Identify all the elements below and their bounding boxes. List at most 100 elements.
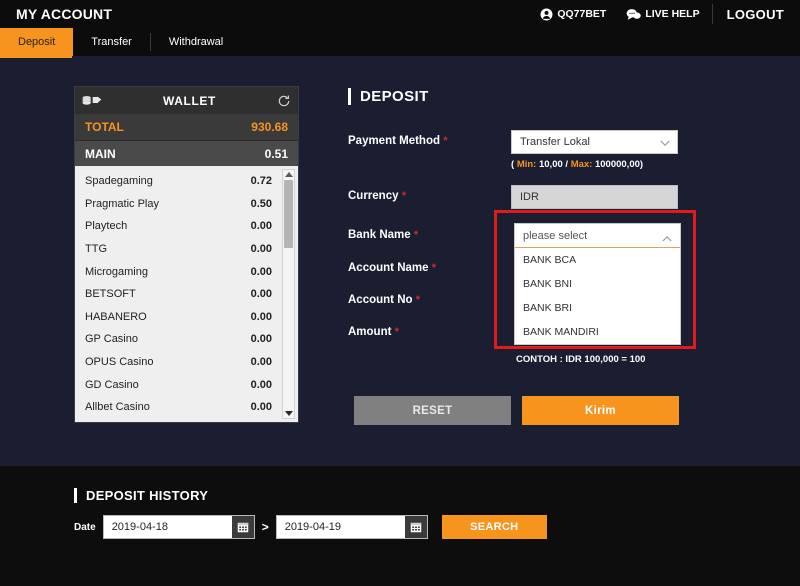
bank-option[interactable]: BANK BNI	[515, 272, 680, 296]
wallet-item-name: Playtech	[85, 220, 128, 233]
account-no-label: Account No *	[348, 289, 511, 306]
calendar-icon[interactable]	[404, 516, 427, 538]
date-range-separator: >	[261, 520, 269, 534]
wallet-item-value: 0.00	[250, 243, 272, 256]
wallet-list-item: Pragmatic Play 0.50	[75, 193, 298, 216]
payment-method-value: Transfer Lokal	[520, 136, 590, 148]
wallet-list-item: HABANERO 0.00	[75, 306, 298, 329]
account-tab-bar: Deposit Transfer Withdrawal	[0, 28, 800, 58]
bank-dropdown-highlight: please select BANK BCA BANK BNI BANK BRI BA…	[494, 210, 696, 349]
history-section-title: DEPOSIT HISTORY	[0, 466, 800, 503]
deposit-note: CONTOH : IDR 100,000 = 100	[516, 354, 646, 365]
date-to-input[interactable]: 2019-04-19	[275, 515, 428, 539]
wallet-item-value: 0.00	[250, 333, 272, 346]
search-button[interactable]: SEARCH	[441, 515, 547, 539]
wallet-list-item: GD Casino 0.00	[75, 373, 298, 396]
date-from-value: 2019-04-18	[111, 521, 168, 533]
amount-label: Amount *	[348, 321, 511, 338]
tab-deposit[interactable]: Deposit	[0, 28, 74, 56]
wallet-main-label: MAIN	[85, 146, 116, 161]
min-label: Min:	[516, 159, 537, 170]
wallet-item-name: GP Casino	[85, 333, 138, 346]
currency-row: Currency * IDR	[348, 185, 748, 209]
reset-button[interactable]: RESET	[354, 396, 511, 425]
payment-limit-hint: ( Min: 10,00 / Max: 100000,00)	[511, 159, 644, 170]
wallet-scrollbar[interactable]	[282, 169, 295, 419]
wallet-item-value: 0.00	[250, 265, 272, 278]
payment-method-field: Transfer Lokal ( Min: 10,00 / Max: 10000…	[511, 130, 678, 170]
wallet-list-item: OPUS Casino 0.00	[75, 351, 298, 374]
tab-withdrawal[interactable]: Withdrawal	[151, 28, 241, 56]
wallet-header: WALLET	[75, 87, 298, 114]
required-asterisk: *	[394, 326, 399, 338]
wallet-item-name: TTG	[85, 243, 107, 256]
wallet-list-item: GP Casino 0.00	[75, 328, 298, 351]
wallet-item-name: Allbet Casino	[85, 401, 150, 414]
payment-method-label-text: Payment Method	[348, 135, 441, 147]
currency-value: IDR	[520, 191, 539, 203]
currency-label: Currency *	[348, 185, 511, 202]
required-asterisk: *	[415, 294, 421, 306]
history-filter-bar: Date 2019-04-18 > 2019-04-19 SEARCH	[0, 503, 800, 539]
wallet-list-item: TTG 0.00	[75, 238, 298, 261]
form-actions: RESET Kirim	[354, 396, 679, 425]
wallet-item-value: 0.50	[250, 197, 272, 210]
wallet-panel: WALLET TOTAL 930.68 MAIN 0.51 Spadegamin…	[74, 86, 299, 423]
payment-method-label: Payment Method *	[348, 130, 511, 147]
logout-button[interactable]: LOGOUT	[715, 7, 786, 22]
date-from-input[interactable]: 2019-04-18	[102, 515, 255, 539]
wallet-item-value: 0.72	[250, 175, 272, 188]
live-help-label: LIVE HELP	[645, 8, 700, 20]
bank-name-label-text: Bank Name	[348, 229, 411, 241]
refresh-icon[interactable]	[277, 94, 291, 108]
scrollbar-thumb[interactable]	[284, 180, 293, 248]
chat-bubble-icon	[626, 8, 642, 21]
payment-method-select[interactable]: Transfer Lokal	[511, 130, 678, 154]
header-divider	[711, 4, 713, 24]
bank-name-dropdown[interactable]: please select BANK BCA BANK BNI BANK BRI BA…	[514, 223, 681, 345]
required-asterisk: *	[413, 229, 419, 241]
wallet-item-value: 0.00	[250, 401, 272, 414]
wallet-item-name: Spadegaming	[85, 175, 153, 188]
wallet-item-name: GD Casino	[85, 378, 139, 391]
history-title-label: DEPOSIT HISTORY	[86, 488, 209, 503]
bank-option-list: BANK BCA BANK BNI BANK BRI BANK MANDIRI	[515, 248, 680, 344]
amount-label-text: Amount	[348, 326, 392, 338]
user-account-link[interactable]: QQ77BET	[530, 0, 616, 28]
wallet-product-list: Spadegaming 0.72 Pragmatic Play 0.50 Playtec…	[75, 166, 298, 422]
scroll-up-arrow-icon[interactable]	[285, 172, 293, 177]
required-asterisk: *	[443, 135, 448, 147]
submit-button[interactable]: Kirim	[522, 396, 679, 425]
date-filter-label: Date	[74, 521, 96, 533]
min-value: 10,00	[538, 159, 563, 170]
required-asterisk: *	[401, 190, 406, 202]
wallet-item-value: 0.00	[250, 310, 272, 323]
wallet-list-item: Spadegaming 0.72	[75, 170, 298, 193]
page-title: MY ACCOUNT	[16, 6, 113, 22]
bank-dropdown-selected[interactable]: please select	[515, 224, 680, 248]
chevron-up-icon	[662, 233, 672, 245]
account-name-label: Account Name *	[348, 257, 511, 274]
wallet-item-value: 0.00	[250, 356, 272, 369]
wallet-item-value: 0.00	[250, 378, 272, 391]
wallet-item-name: HABANERO	[85, 310, 147, 323]
bank-option[interactable]: BANK BCA	[515, 248, 680, 272]
scroll-down-arrow-icon[interactable]	[285, 410, 293, 416]
wallet-list-item: Playtech 0.00	[75, 215, 298, 238]
date-to-value: 2019-04-19	[284, 521, 341, 533]
calendar-icon[interactable]	[231, 516, 254, 538]
username-label: QQ77BET	[557, 8, 607, 20]
live-help-link[interactable]: LIVE HELP	[616, 0, 709, 28]
active-tab-underline	[0, 56, 72, 58]
account-name-label-text: Account Name	[348, 262, 429, 274]
wallet-main-row: MAIN 0.51	[75, 140, 298, 166]
account-page: MY ACCOUNT QQ77BET LIVE HELP LOGOUT Depo…	[0, 0, 800, 586]
bank-option[interactable]: BANK MANDIRI	[515, 320, 680, 344]
wallet-title: WALLET	[163, 93, 216, 108]
bank-option[interactable]: BANK BRI	[515, 296, 680, 320]
tab-transfer[interactable]: Transfer	[73, 28, 150, 56]
coins-transfer-icon	[82, 94, 102, 108]
title-accent-bar	[74, 488, 77, 503]
wallet-list-item: BETSOFT 0.00	[75, 283, 298, 306]
title-accent-bar	[348, 88, 351, 105]
